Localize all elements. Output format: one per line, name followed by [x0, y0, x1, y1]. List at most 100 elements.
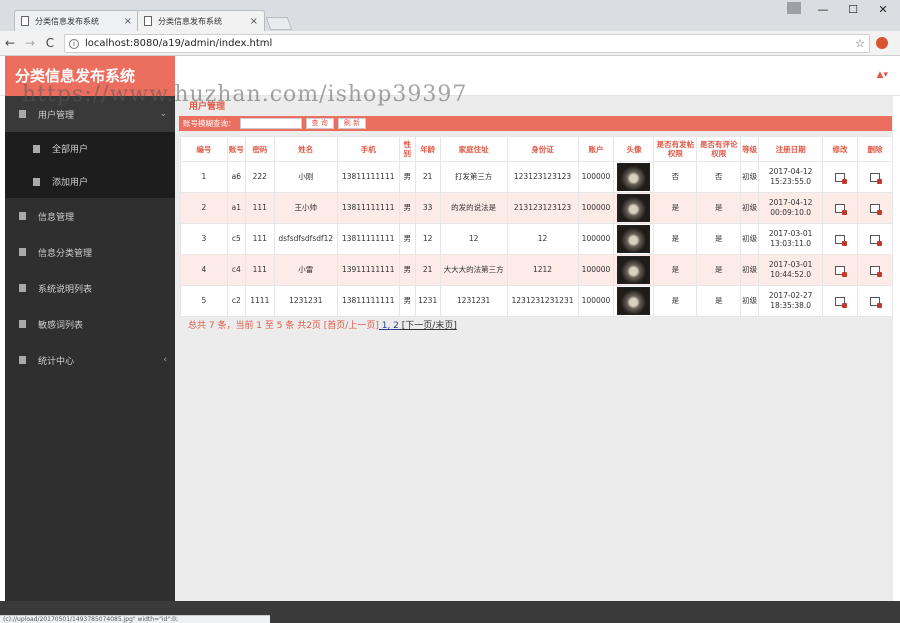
edit-icon[interactable] [835, 172, 848, 184]
cell-phone: 13811111111 [336, 161, 400, 193]
maximize-button[interactable]: ☐ [838, 3, 868, 16]
user-menu-icon[interactable]: ▲▾ [877, 70, 888, 80]
sidebar-item-system-notes[interactable]: 系统说明列表 [5, 270, 175, 306]
avatar-cell [613, 254, 655, 286]
cell-id: 3 [180, 223, 228, 255]
edit-icon[interactable] [835, 296, 848, 308]
delete-icon[interactable] [869, 203, 882, 215]
sidebar-item-statistics[interactable]: 统计中心 ‹ [5, 342, 175, 378]
pager-first-prev-link[interactable]: [首页/上一页] [324, 321, 379, 331]
column-header: 修改 [822, 136, 858, 162]
cell-name: 小刚 [273, 161, 338, 193]
extension-icon[interactable] [876, 37, 888, 49]
file-icon [19, 356, 26, 364]
cell-idcard: 1231231231231 [506, 285, 579, 317]
sidebar: 用户管理 ⌄ 全部用户 添加用户 信息管理 信息分类管理 系统说明列表 敏感词列… [5, 96, 175, 601]
bookmark-star-icon[interactable]: ☆ [855, 37, 865, 50]
delete-icon[interactable] [869, 234, 882, 246]
cell-phone: 13811111111 [336, 285, 400, 317]
column-header: 是否有评论权限 [696, 136, 742, 162]
delete-icon[interactable] [869, 265, 882, 277]
cell-balance: 100000 [577, 223, 615, 255]
refresh-button[interactable]: 刷 新 [337, 118, 366, 129]
url-bar[interactable]: i localhost:8080/a19/admin/index.html ☆ [64, 34, 870, 53]
avatar-cell [613, 192, 655, 224]
cell-balance: 100000 [577, 254, 615, 286]
pager-summary: 总共 7 条，当前 1 至 5 条 共2页 [188, 321, 324, 331]
cell-age: 12 [414, 223, 441, 255]
pager-page-1[interactable]: 1, [379, 321, 391, 331]
cell-idcard: 1212 [506, 254, 579, 286]
column-header: 密码 [244, 136, 275, 162]
cell-account: c5 [226, 223, 246, 255]
back-button[interactable]: ← [0, 36, 20, 50]
tab-close-icon[interactable]: × [124, 16, 132, 27]
cell-level: 初级 [740, 223, 760, 255]
cell-gender: 男 [398, 285, 416, 317]
cell-can_comment: 是 [696, 254, 742, 286]
table-row: 5 c2 1111 1231231 13811111111 男 1231 1231231 123… [180, 285, 894, 317]
status-url: (c)://upload/20170501/1493785074085.jpg"… [0, 615, 270, 623]
edit-icon[interactable] [835, 203, 848, 215]
document-icon [144, 16, 152, 26]
browser-tab-1[interactable]: 分类信息发布系统 × [14, 10, 139, 31]
tab-close-icon[interactable]: × [250, 16, 258, 27]
forward-button[interactable]: → [20, 36, 40, 50]
column-header: 账号 [226, 136, 246, 162]
cell-password: 111 [244, 192, 275, 224]
browser-tab-2[interactable]: 分类信息发布系统 × [137, 10, 265, 31]
delete-cell [856, 192, 894, 224]
cell-level: 初级 [740, 161, 760, 193]
info-icon[interactable]: i [69, 38, 79, 49]
pagination: 总共 7 条，当前 1 至 5 条 共2页 [首页/上一页] 1, 2 [下一页… [188, 318, 457, 331]
delete-icon[interactable] [869, 172, 882, 184]
sidebar-item-info-management[interactable]: 信息管理 [5, 198, 175, 234]
file-icon [19, 320, 26, 328]
query-button[interactable]: 查 询 [305, 118, 334, 129]
edit-cell [822, 192, 858, 224]
sidebar-item-sensitive-words[interactable]: 敏感词列表 [5, 306, 175, 342]
cell-address: 1231231 [439, 285, 508, 317]
cell-can_post: 否 [653, 161, 698, 193]
profile-icon[interactable] [787, 2, 801, 14]
edit-icon[interactable] [835, 234, 848, 246]
cell-account: a1 [226, 192, 246, 224]
column-header: 家庭住址 [439, 136, 508, 162]
new-tab-button[interactable] [265, 17, 293, 30]
edit-icon[interactable] [835, 265, 848, 277]
cell-phone: 13811111111 [336, 192, 400, 224]
pager-last-link[interactable]: 末页] [435, 321, 457, 331]
column-header: 注册日期 [758, 136, 824, 162]
watermark: https://www.huzhan.com/ishop39397 [22, 82, 468, 107]
delete-icon[interactable] [869, 296, 882, 308]
window-controls: — ☐ ✕ [808, 0, 898, 18]
sidebar-item-category-management[interactable]: 信息分类管理 [5, 234, 175, 270]
pager-page-2[interactable]: 2 [390, 321, 399, 331]
cell-id: 2 [180, 192, 228, 224]
cell-idcard: 123123123123 [506, 161, 579, 193]
users-table: 编号 账号 密码 姓名 手机 性别 年龄 家庭住址 身份证 账户 头像 是否有发帖权限 是否有评论权限等… [180, 136, 894, 317]
sidebar-submenu: 全部用户 添加用户 [5, 132, 175, 198]
sidebar-item-all-users[interactable]: 全部用户 [5, 132, 175, 165]
column-header: 账户 [577, 136, 615, 162]
file-icon [19, 284, 26, 292]
cell-address: 的发的说法是 [439, 192, 508, 224]
file-icon [19, 212, 26, 220]
file-icon [33, 144, 40, 153]
table-row: 4 c4 111 小雷 13911111111 男 21 大大大的法第三方 1212 100000… [180, 254, 894, 286]
cell-can_comment: 是 [696, 223, 742, 255]
account-search-input[interactable] [239, 118, 302, 129]
close-window-button[interactable]: ✕ [868, 3, 898, 16]
sidebar-item-add-user[interactable]: 添加用户 [5, 165, 175, 198]
cell-name: 1231231 [273, 285, 338, 317]
pager-next-link[interactable]: [下一页/ [399, 321, 436, 331]
reload-button[interactable]: C [40, 36, 60, 50]
minimize-button[interactable]: — [808, 3, 838, 16]
cell-gender: 男 [398, 161, 416, 193]
delete-cell [856, 285, 894, 317]
sidebar-item-label: 敏感词列表 [38, 320, 84, 331]
sidebar-item-label: 信息分类管理 [38, 248, 93, 259]
sidebar-item-label: 全部用户 [52, 145, 89, 155]
avatar [617, 225, 651, 253]
cell-date: 2017-03-01 10:44:52.0 [758, 254, 824, 286]
